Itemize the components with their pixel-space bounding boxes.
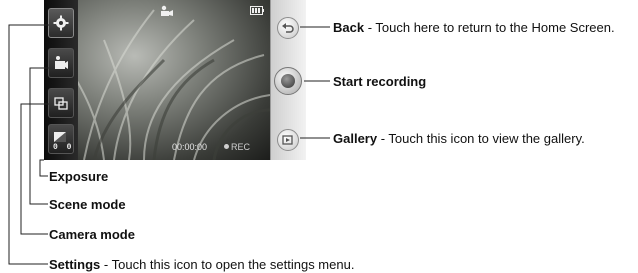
callout-back: Back - Touch here to return to the Home … (333, 20, 615, 35)
callout-camera-mode: Camera mode (49, 227, 135, 242)
callout-scene-mode: Scene mode (49, 197, 126, 212)
callout-gallery: Gallery - Touch this icon to view the ga… (333, 131, 585, 146)
callout-exposure: Exposure (49, 169, 109, 184)
callout-settings: Settings - Touch this icon to open the s… (49, 257, 355, 272)
callout-start-recording: Start recording (333, 74, 427, 89)
